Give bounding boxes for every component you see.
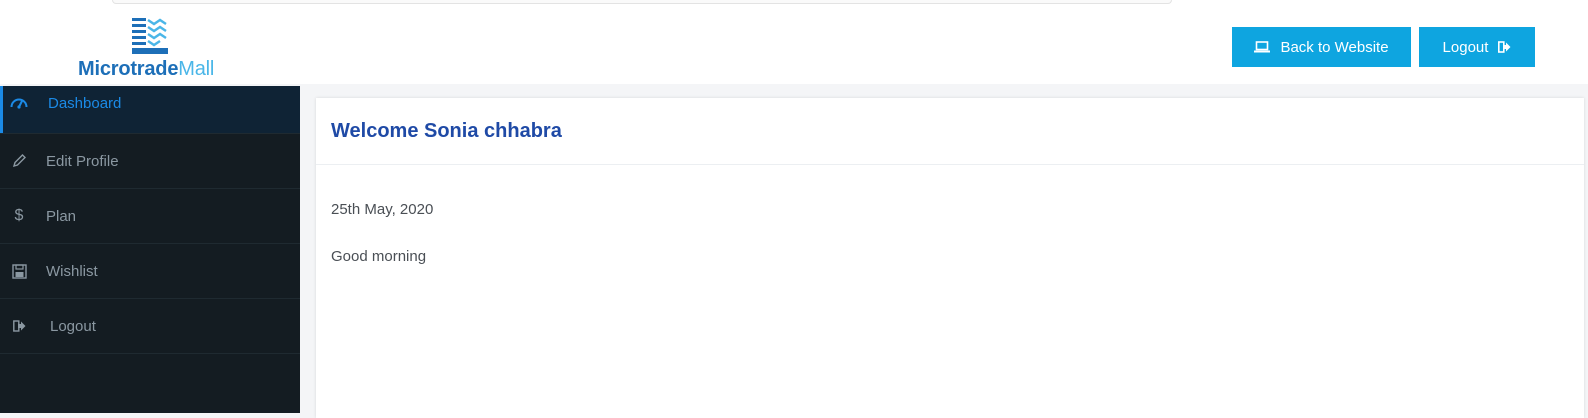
brand-name-part1: Microtrade [78,58,179,80]
top-header: MicrotradeMall Back to Website Logout [0,8,1588,84]
greeting-text: Good morning [331,248,427,265]
dashboard-gauge-icon [10,94,28,112]
laptop-icon [1254,41,1271,53]
dollar-icon: $ [14,207,24,224]
back-to-website-label: Back to Website [1280,38,1389,56]
brand-name: MicrotradeMall [78,58,214,81]
logo-mark-icon [132,18,168,54]
address-bar-edge [112,0,1172,4]
sidebar-item-label: Plan [46,207,77,225]
sign-out-icon [10,317,28,335]
sidebar-item-edit-profile[interactable]: Edit Profile [0,134,300,189]
sidebar-item-label: Logout [50,317,96,335]
sidebar-item-wishlist[interactable]: Wishlist [0,244,300,299]
sidebar-item-label: Edit Profile [46,152,119,170]
current-date: 25th May, 2020 [331,201,434,218]
header-logout-button[interactable]: Logout [1419,27,1535,67]
card-header: Welcome Sonia chhabra [316,98,1584,165]
sidebar: Dashboard Edit Profile $ Plan Wishlist L… [0,86,300,413]
sidebar-item-label: Dashboard [48,95,122,112]
brand-name-part2: Mall [178,58,215,80]
sidebar-item-label: Wishlist [46,262,98,280]
sidebar-item-logout[interactable]: Logout [0,299,300,354]
welcome-title: Welcome Sonia chhabra [331,119,562,142]
floppy-disk-icon [10,262,28,280]
pencil-icon [10,152,28,170]
sign-out-icon [1498,41,1511,53]
sidebar-item-plan[interactable]: $ Plan [0,189,300,244]
header-logout-label: Logout [1442,38,1489,56]
sidebar-item-dashboard[interactable]: Dashboard [0,86,300,134]
dashboard-card: Welcome Sonia chhabra 25th May, 2020 Goo… [316,98,1584,418]
browser-top-strip [0,0,1588,8]
brand-logo[interactable]: MicrotradeMall [78,18,238,84]
back-to-website-button[interactable]: Back to Website [1232,27,1411,67]
